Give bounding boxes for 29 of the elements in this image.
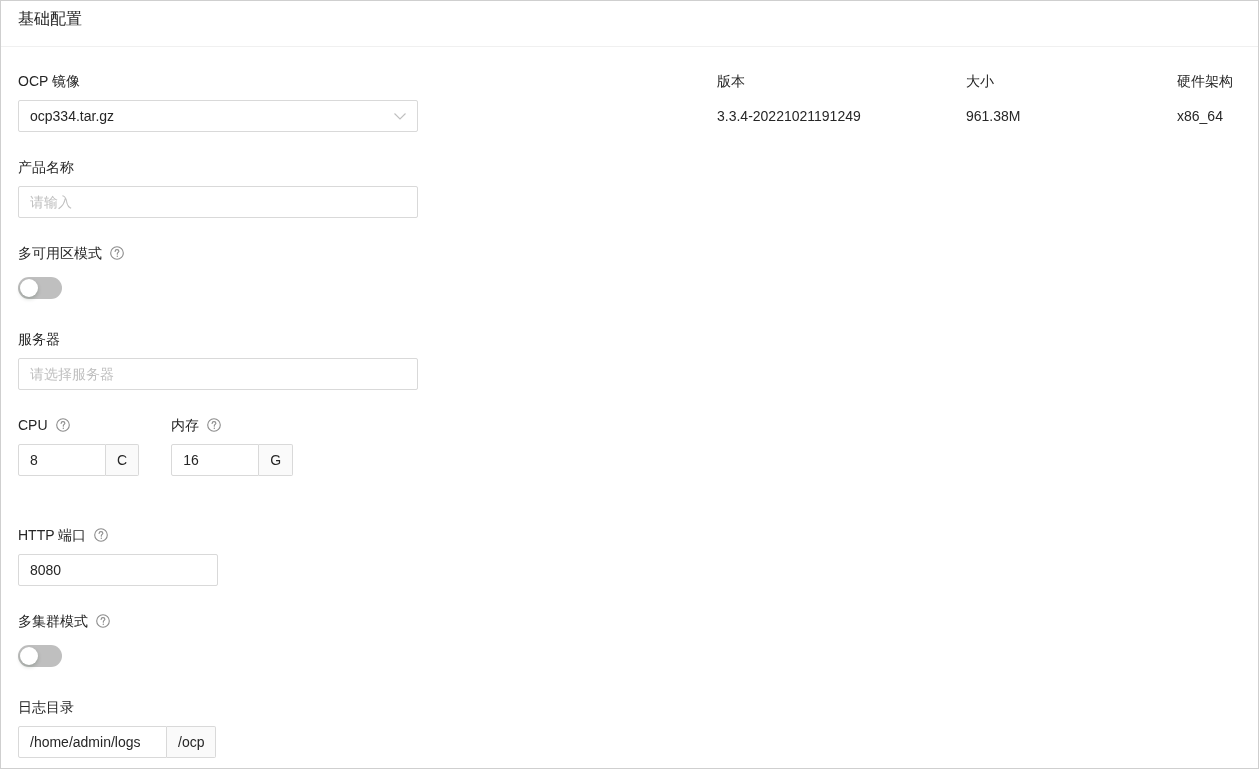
info-label: 硬件架构 <box>1177 72 1233 91</box>
select-field[interactable]: ocp334.tar.gz <box>18 100 418 132</box>
input-field[interactable]: 8080 <box>18 554 218 586</box>
field-label: 多可用区模式 <box>18 244 102 263</box>
chevron-down-icon <box>394 112 406 120</box>
toggle-switch[interactable] <box>18 645 62 667</box>
field-label: HTTP 端口 <box>18 526 87 545</box>
info-value: x86_64 <box>1177 107 1223 126</box>
field-label: 产品名称 <box>18 158 74 177</box>
field-label: 日志目录 <box>18 698 74 717</box>
info-value: 3.3.4-20221021191249 <box>717 107 861 126</box>
input-field[interactable]: /home/admin/logs <box>18 726 167 758</box>
field-label: 多集群模式 <box>18 612 88 631</box>
unit-addon: /ocp <box>167 726 217 758</box>
input-field[interactable]: 请选择服务器 <box>18 358 418 390</box>
info-label: 大小 <box>966 72 994 91</box>
field-label: CPU <box>18 416 48 435</box>
field-label: 内存 <box>171 416 200 435</box>
field-label: 服务器 <box>18 330 60 349</box>
input-field[interactable]: 16 <box>171 444 260 476</box>
field-label: OCP 镜像 <box>18 72 80 91</box>
unit-addon: G <box>259 444 293 476</box>
input-field[interactable]: 8 <box>18 444 106 476</box>
section-title: 基础配置 <box>18 10 82 27</box>
input-field[interactable]: 请输入 <box>18 186 418 218</box>
info-value: 961.38M <box>966 107 1021 126</box>
unit-addon: C <box>106 444 140 476</box>
toggle-switch[interactable] <box>18 277 62 299</box>
info-label: 版本 <box>717 72 745 91</box>
